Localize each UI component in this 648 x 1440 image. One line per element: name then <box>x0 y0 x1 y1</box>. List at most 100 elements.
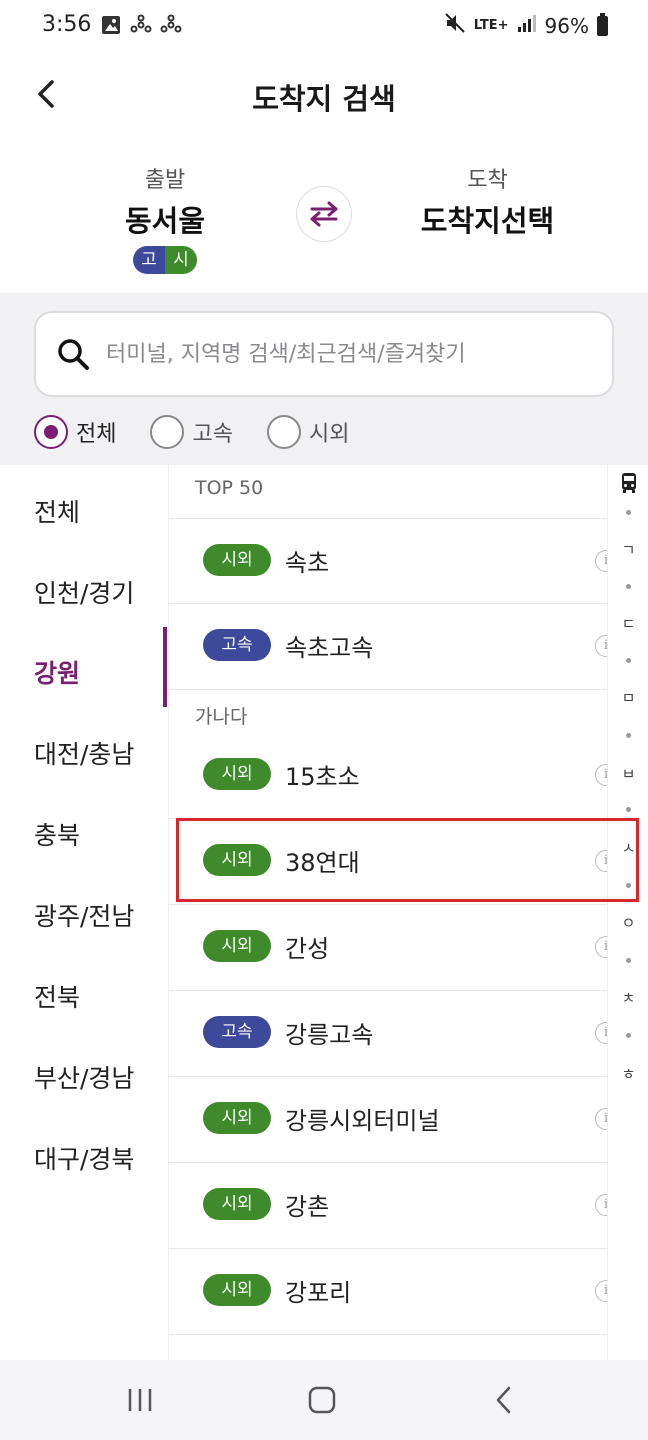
terminal-row[interactable]: 시외 38연대 i <box>169 819 617 905</box>
index-dot <box>626 807 631 812</box>
index-dot <box>626 658 631 663</box>
battery-percent: 96% <box>544 13 589 38</box>
index-letter[interactable]: ㅅ <box>608 837 648 858</box>
terminal-row[interactable]: 시외 간성 i <box>169 905 617 991</box>
destination-terminal[interactable]: 도착 도착지선택 <box>400 150 575 240</box>
filter-label: 시외 <box>308 422 350 447</box>
search-area: 전체 고속 시외 <box>0 293 648 465</box>
radio-selected-icon <box>34 415 68 449</box>
route-summary: 출발 동서울 고 시 도착 도착지선택 <box>0 150 648 290</box>
region-item-gwangju-jeonnam[interactable]: 광주/전남 <box>34 897 134 933</box>
intercity-badge: 시외 <box>203 758 271 790</box>
index-letter[interactable]: ㅇ <box>608 912 648 933</box>
app-header: 도착지 검색 <box>0 56 648 136</box>
index-dot <box>626 584 631 589</box>
region-item-all[interactable]: 전체 <box>34 493 80 529</box>
home-button[interactable] <box>300 1380 344 1420</box>
filter-intercity[interactable]: 시외 <box>266 415 350 449</box>
index-dot <box>626 883 631 888</box>
intercity-badge: 시 <box>165 246 197 274</box>
index-letter[interactable]: ㅂ <box>608 763 648 784</box>
index-dot <box>626 733 631 738</box>
home-icon <box>308 1386 336 1414</box>
terminal-row[interactable]: 시외 강릉시외터미널 i <box>169 1077 617 1163</box>
terminal-row[interactable]: 시외 15초소 i <box>169 733 617 819</box>
region-item-daejeon-chungnam[interactable]: 대전/충남 <box>34 735 134 771</box>
origin-caption: 출발 <box>144 168 186 193</box>
lte-indicator: LTE+ <box>473 17 509 33</box>
fan-icon <box>130 14 152 41</box>
swap-button[interactable] <box>296 186 352 242</box>
terminal-name: 15초소 <box>285 763 360 791</box>
radio-unselected-icon <box>266 415 301 449</box>
origin-badges: 고 시 <box>133 246 197 274</box>
fan-icon <box>160 14 182 41</box>
terminal-row[interactable]: 고속 강릉고속 i <box>169 991 617 1077</box>
recent-apps-button[interactable] <box>118 1380 162 1420</box>
index-letter[interactable]: ㅎ <box>608 1063 648 1084</box>
search-icon <box>58 339 89 370</box>
notification-icons <box>100 14 182 41</box>
region-item-busan-gyeongnam[interactable]: 부산/경남 <box>34 1059 134 1095</box>
radio-unselected-icon <box>150 415 185 449</box>
section-header-ganada: 가나다 <box>195 706 248 728</box>
region-item-jeonbuk[interactable]: 전북 <box>34 978 80 1014</box>
status-bar: 3:56 LTE+ 96% <box>0 0 648 56</box>
intercity-badge: 시외 <box>203 930 271 962</box>
index-letter[interactable]: ㅊ <box>608 987 648 1008</box>
page-title: 도착지 검색 <box>252 82 396 116</box>
intercity-badge: 시외 <box>203 1188 271 1220</box>
recent-apps-icon <box>128 1389 152 1411</box>
region-item-daegu-gyeongbuk[interactable]: 대구/경북 <box>34 1140 134 1176</box>
swap-arrows-icon <box>310 201 338 227</box>
terminal-list: TOP 50 시외 속초 i 고속 속초고속 i 가나다 시외 15초소 i 시… <box>168 465 617 1360</box>
terminal-name: 강릉고속 <box>285 1021 374 1049</box>
dest-name: 도착지선택 <box>420 204 555 238</box>
terminal-name: 속초고속 <box>285 634 374 662</box>
index-dot <box>626 510 631 515</box>
filter-label: 전체 <box>76 422 117 447</box>
express-badge: 고속 <box>203 1016 271 1048</box>
battery-icon <box>597 12 608 36</box>
origin-terminal[interactable]: 출발 동서울 고 시 <box>90 150 240 274</box>
filter-all[interactable]: 전체 <box>34 415 116 449</box>
terminal-name: 강포리 <box>285 1279 352 1307</box>
dest-caption: 도착 <box>467 168 508 193</box>
filter-express[interactable]: 고속 <box>150 415 233 449</box>
express-badge: 고속 <box>203 629 271 661</box>
terminal-name: 38연대 <box>285 849 360 877</box>
index-letter[interactable]: ㄷ <box>608 613 648 634</box>
search-input[interactable] <box>106 331 596 377</box>
terminal-row[interactable]: 시외 강촌 i <box>169 1163 617 1249</box>
intercity-badge: 시외 <box>203 844 271 876</box>
express-badge: 고 <box>133 246 165 274</box>
bus-icon[interactable] <box>608 471 648 499</box>
region-item-incheon-gyeonggi[interactable]: 인천/경기 <box>34 574 134 610</box>
terminal-name: 강촌 <box>285 1193 330 1221</box>
terminal-name: 속초 <box>285 549 330 577</box>
signal-icon <box>517 13 537 38</box>
system-nav-bar <box>0 1360 648 1440</box>
index-dot <box>626 1033 631 1038</box>
terminal-row[interactable]: 시외 강포리 i <box>169 1249 617 1335</box>
terminal-row[interactable]: 고속 속초고속 i <box>169 604 617 690</box>
gallery-icon <box>100 14 122 41</box>
search-box[interactable] <box>34 311 614 397</box>
back-icon <box>496 1386 511 1414</box>
index-rail: ㄱ ㄷ ㅁ ㅂ ㅅ ㅇ ㅊ ㅎ <box>607 465 648 1360</box>
region-item-chungbuk[interactable]: 충북 <box>34 816 80 852</box>
terminal-name: 간성 <box>285 935 330 963</box>
intercity-badge: 시외 <box>203 1274 271 1306</box>
intercity-badge: 시외 <box>203 1102 271 1134</box>
index-letter[interactable]: ㅁ <box>608 687 648 708</box>
terminal-name: 강릉시외터미널 <box>285 1107 440 1135</box>
type-filter: 전체 고속 시외 <box>34 415 349 449</box>
back-nav-button[interactable] <box>482 1380 526 1420</box>
terminal-row[interactable]: 시외 속초 i <box>169 518 617 604</box>
index-dot <box>626 958 631 963</box>
region-active-indicator <box>163 627 167 707</box>
status-time: 3:56 <box>42 12 92 37</box>
origin-name: 동서울 <box>124 204 206 238</box>
region-item-gangwon[interactable]: 강원 <box>34 654 80 690</box>
index-letter[interactable]: ㄱ <box>608 539 648 560</box>
